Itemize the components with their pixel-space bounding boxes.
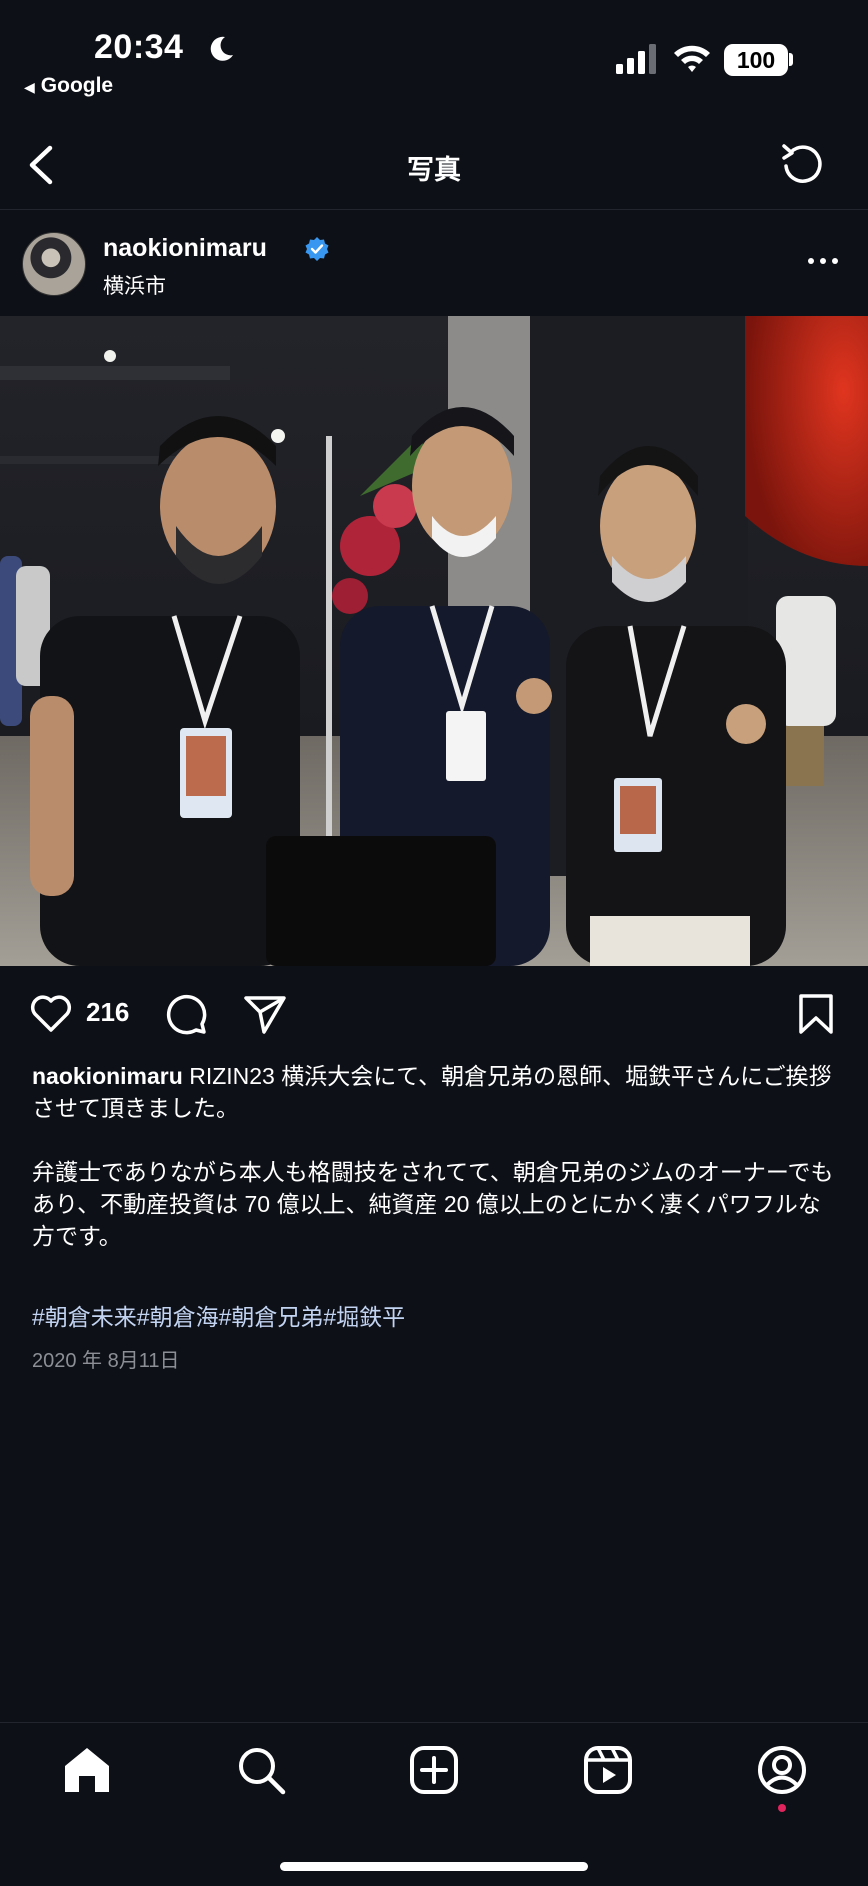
comment-icon[interactable]: [164, 992, 208, 1036]
notification-dot: [778, 1804, 786, 1812]
caption-text-2: 弁護士でありながら本人も格闘技をされてて、朝倉兄弟のジムのオーナーでもあり、不動…: [32, 1159, 834, 1249]
bookmark-icon[interactable]: [796, 992, 836, 1036]
post-photo[interactable]: [0, 316, 868, 966]
moon-icon: [210, 36, 233, 61]
post-date: 2020 年 8月11日: [32, 1350, 180, 1372]
hashtags[interactable]: #朝倉未来#朝倉海#朝倉兄弟#堀鉄平: [32, 1298, 405, 1332]
profile-icon[interactable]: [754, 1742, 810, 1798]
battery-nub: [789, 53, 793, 66]
status-time: 20:34: [94, 28, 184, 66]
home-icon[interactable]: [59, 1742, 115, 1798]
avatar[interactable]: [22, 232, 86, 296]
page-title: 写真: [407, 155, 461, 185]
photo-illustration: [0, 316, 868, 966]
home-indicator[interactable]: [280, 1862, 588, 1871]
header-divider: [0, 209, 868, 210]
more-options-icon[interactable]: [806, 246, 840, 276]
cellular-signal-icon: [616, 44, 656, 74]
heart-icon[interactable]: [28, 992, 74, 1034]
post-caption: naokionimaru RIZIN23 横浜大会にて、朝倉兄弟の恩師、堀鉄平さ…: [32, 1060, 838, 1284]
reels-icon[interactable]: [580, 1742, 636, 1798]
battery-indicator: 100: [724, 44, 788, 76]
refresh-icon[interactable]: [778, 138, 828, 190]
back-app-label: Google: [40, 74, 114, 97]
tabbar-divider: [0, 1722, 868, 1723]
back-triangle-icon: ◀: [24, 79, 35, 95]
wifi-icon: [674, 45, 710, 72]
post-username[interactable]: naokionimaru: [103, 234, 267, 263]
post-location[interactable]: 横浜市: [103, 270, 166, 300]
create-post-icon[interactable]: [406, 1742, 462, 1798]
like-count[interactable]: 216: [86, 997, 129, 1028]
search-icon[interactable]: [233, 1742, 289, 1798]
back-to-app-link[interactable]: ◀ Google: [24, 74, 113, 98]
share-icon[interactable]: [242, 992, 288, 1036]
verified-badge-icon: [305, 237, 329, 261]
caption-username[interactable]: naokionimaru: [32, 1063, 183, 1089]
